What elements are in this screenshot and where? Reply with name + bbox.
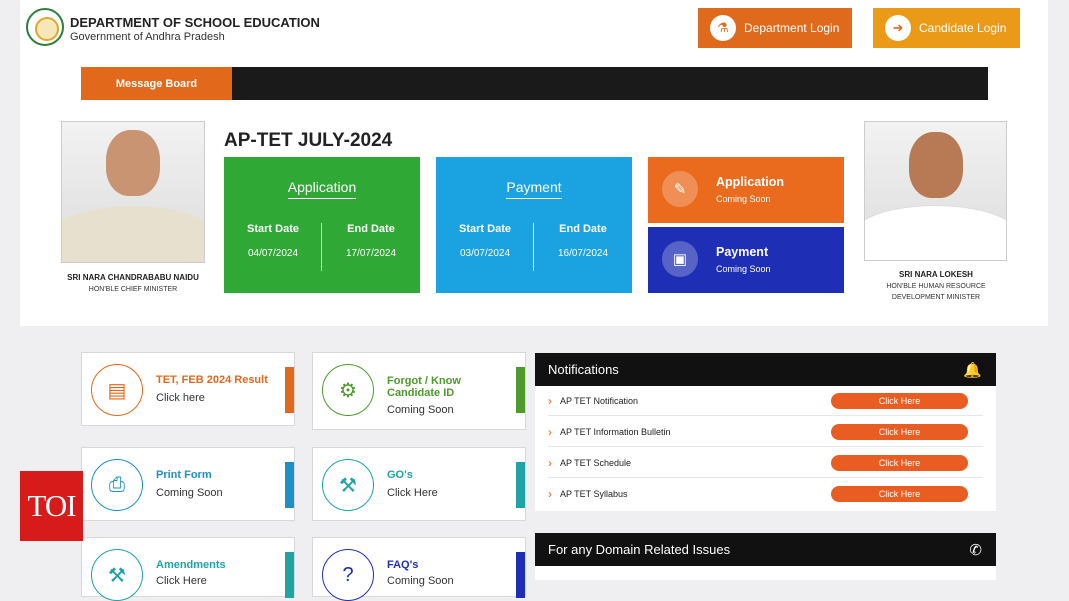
click-here-button[interactable]: Click Here bbox=[831, 392, 968, 409]
gos-card[interactable]: ⚒ GO's Click Here bbox=[312, 447, 526, 521]
portrait-face bbox=[106, 130, 160, 196]
card-accent-bar bbox=[285, 552, 294, 598]
portrait-shirt bbox=[62, 206, 204, 262]
chevron-right-icon: › bbox=[548, 393, 552, 408]
portrait-shirt bbox=[865, 204, 1006, 260]
application-status-button[interactable]: ✎ Application Coming Soon bbox=[648, 157, 844, 223]
domain-issues-body bbox=[535, 566, 996, 580]
hrd-minister-title-2: DEVELOPMENT MINISTER bbox=[891, 294, 981, 301]
state-emblem-logo bbox=[26, 8, 64, 46]
chevron-right-icon: › bbox=[548, 487, 552, 501]
end-date-label: End Date bbox=[559, 223, 607, 235]
chief-minister-title: HON'BLE CHIEF MINISTER bbox=[88, 286, 178, 293]
candidate-login-button[interactable]: ➜ Candidate Login bbox=[873, 8, 1020, 48]
click-here-button[interactable]: Click Here bbox=[831, 423, 968, 440]
chief-minister-photo bbox=[61, 121, 205, 263]
application-dates-card[interactable]: Application Start Date 04/07/2024 End Dat… bbox=[224, 157, 420, 293]
card-title: FAQ's bbox=[387, 559, 419, 571]
status-card-title: Payment bbox=[716, 245, 769, 259]
candidate-icon: ⚙ bbox=[322, 364, 374, 416]
phone-icon: ✆ bbox=[969, 541, 982, 559]
start-date-label: Start Date bbox=[459, 223, 511, 235]
application-card-title: Application bbox=[287, 179, 357, 199]
bell-icon: 🔔 bbox=[963, 361, 982, 379]
amend-icon: ⚒ bbox=[91, 549, 143, 601]
notification-row: › AP TET Schedule Click Here bbox=[548, 448, 983, 478]
message-board-tab[interactable]: Message Board bbox=[81, 67, 232, 100]
site-subtitle: Government of Andhra Pradesh bbox=[70, 31, 225, 43]
notifications-header: Notifications 🔔 bbox=[535, 353, 996, 386]
card-title: TET, FEB 2024 Result bbox=[156, 374, 268, 386]
hrd-minister-photo bbox=[864, 121, 1007, 261]
card-title: Amendments bbox=[156, 559, 226, 571]
card-subtitle: Click Here bbox=[387, 487, 438, 499]
candidate-id-card[interactable]: ⚙ Forgot / Know Candidate ID Coming Soon bbox=[312, 352, 526, 430]
card-accent-bar bbox=[516, 462, 525, 508]
payment-status-button[interactable]: ▣ Payment Coming Soon bbox=[648, 227, 844, 293]
chevron-right-icon: › bbox=[548, 424, 552, 439]
card-subtitle: Coming Soon bbox=[387, 404, 454, 416]
card-subtitle: Click here bbox=[156, 392, 205, 404]
toi-watermark-logo: TOI bbox=[20, 471, 83, 541]
domain-issues-header: For any Domain Related Issues ✆ bbox=[535, 533, 996, 566]
payment-dates-card[interactable]: Payment Start Date 03/07/2024 End Date 16/… bbox=[436, 157, 632, 293]
application-end-date: 17/07/2024 bbox=[345, 248, 397, 259]
payment-start-date: 03/07/2024 bbox=[459, 248, 511, 259]
divider bbox=[533, 223, 534, 271]
card-subtitle: Coming Soon bbox=[387, 575, 454, 587]
click-here-button[interactable]: Click Here bbox=[831, 486, 968, 502]
card-title: GO's bbox=[387, 469, 413, 481]
print-form-card[interactable]: ⎙ Print Form Coming Soon bbox=[81, 447, 295, 521]
department-login-button[interactable]: ⚗ Department Login bbox=[698, 8, 852, 48]
notification-label[interactable]: AP TET Syllabus bbox=[560, 489, 628, 499]
notification-row: › AP TET Information Bulletin Click Here bbox=[548, 417, 983, 447]
card-title-line-2: Candidate ID bbox=[387, 387, 455, 399]
result-card[interactable]: ▤ TET, FEB 2024 Result Click here bbox=[81, 352, 295, 426]
printer-icon: ⎙ bbox=[91, 459, 143, 511]
payment-card-title: Payment bbox=[506, 179, 562, 199]
portrait-face bbox=[908, 132, 963, 198]
site-title: DEPARTMENT OF SCHOOL EDUCATION bbox=[70, 15, 320, 30]
faqs-card[interactable]: ? FAQ's Coming Soon bbox=[312, 537, 526, 601]
exam-title: AP-TET JULY-2024 bbox=[224, 130, 393, 151]
status-card-title: Application bbox=[716, 175, 785, 189]
chevron-right-icon: › bbox=[548, 455, 552, 470]
domain-issues-title: For any Domain Related Issues bbox=[548, 542, 731, 557]
application-start-date: 04/07/2024 bbox=[247, 248, 299, 259]
card-subtitle: Click Here bbox=[156, 575, 207, 587]
candidate-login-label: Candidate Login bbox=[919, 21, 1007, 35]
status-card-status: Coming Soon bbox=[716, 194, 771, 204]
notification-label[interactable]: AP TET Notification bbox=[560, 396, 638, 406]
department-icon: ⚗ bbox=[710, 15, 736, 41]
application-form-icon: ✎ bbox=[662, 171, 698, 207]
card-subtitle: Coming Soon bbox=[156, 487, 223, 499]
click-here-button[interactable]: Click Here bbox=[831, 454, 968, 471]
card-title-line-1: Forgot / Know bbox=[387, 375, 461, 387]
notification-label[interactable]: AP TET Information Bulletin bbox=[560, 427, 671, 437]
payment-end-date: 16/07/2024 bbox=[557, 248, 609, 259]
gavel-icon: ⚒ bbox=[322, 459, 374, 511]
result-icon: ▤ bbox=[91, 364, 143, 416]
wallet-icon: ▣ bbox=[662, 241, 698, 277]
start-date-label: Start Date bbox=[247, 223, 299, 235]
login-icon: ➜ bbox=[885, 15, 911, 41]
card-accent-bar bbox=[285, 367, 294, 413]
notifications-title: Notifications bbox=[548, 362, 619, 377]
chief-minister-name: SRI NARA CHANDRABABU NAIDU bbox=[67, 273, 199, 282]
notification-row: › AP TET Notification Click Here bbox=[548, 386, 983, 416]
notification-row: › AP TET Syllabus Click Here bbox=[548, 479, 983, 509]
divider bbox=[321, 223, 322, 271]
card-accent-bar bbox=[285, 462, 294, 508]
hrd-minister-name: SRI NARA LOKESH bbox=[899, 270, 973, 279]
card-accent-bar bbox=[516, 552, 525, 598]
amendments-card[interactable]: ⚒ Amendments Click Here bbox=[81, 537, 295, 601]
card-accent-bar bbox=[516, 367, 525, 413]
department-login-label: Department Login bbox=[744, 21, 840, 35]
notification-label[interactable]: AP TET Schedule bbox=[560, 458, 631, 468]
faq-icon: ? bbox=[322, 549, 374, 601]
status-card-status: Coming Soon bbox=[716, 264, 771, 274]
end-date-label: End Date bbox=[347, 223, 395, 235]
card-title: Print Form bbox=[156, 469, 212, 481]
